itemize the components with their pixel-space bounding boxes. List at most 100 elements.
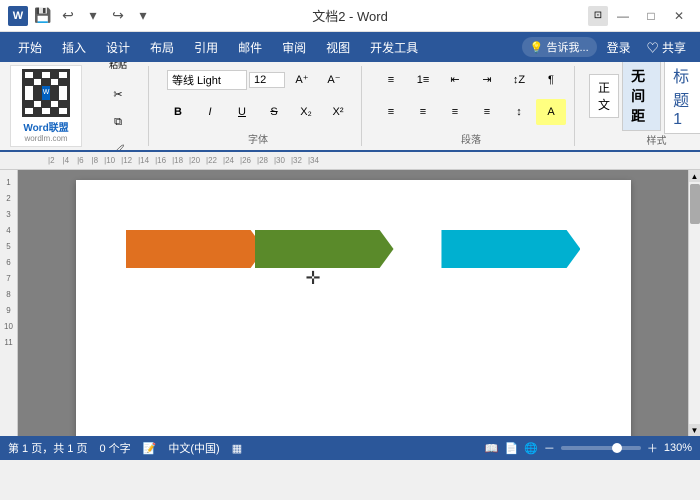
logo-area: W Word联盟 wordlm.com [10, 65, 82, 147]
numbering-button[interactable]: 1≡ [408, 67, 438, 93]
align-left-button[interactable]: ≡ [376, 99, 406, 125]
sort-button[interactable]: ↕Z [504, 67, 534, 93]
document-page[interactable]: ✛ [76, 180, 631, 436]
ribbon-group-clipboard: 📋 粘贴 ✂ ⧉ 🖌 剪贴板 [88, 66, 149, 146]
outdent-button[interactable]: ⇤ [440, 67, 470, 93]
ribbon-display-button[interactable]: ⊡ [588, 6, 608, 26]
zoom-slider[interactable] [561, 446, 641, 450]
font-grow-button[interactable]: A⁺ [287, 67, 317, 93]
subscript-button[interactable]: X₂ [291, 99, 321, 125]
format-painter-button[interactable]: 🖌 [103, 137, 133, 152]
arrow-orange[interactable] [126, 230, 265, 268]
quick-access-toolbar: 💾 ↩ ▾ ↪ ▾ [32, 5, 154, 27]
shapes-container [126, 230, 581, 268]
style-heading1[interactable]: 标题 1 [664, 62, 700, 134]
zoom-out-button[interactable]: － [544, 440, 555, 456]
v-mark: 11 [0, 334, 17, 350]
indent-button[interactable]: ⇥ [472, 67, 502, 93]
ribbon-group-font: 等线 Light 12 A⁺ A⁻ B I U S X₂ X² 字体 [155, 66, 362, 146]
cut-button[interactable]: ✂ [103, 81, 133, 107]
page-area: ✛ [18, 170, 688, 436]
menu-design[interactable]: 设计 [96, 35, 140, 60]
redo-button[interactable]: ↪ [107, 5, 129, 27]
justify-button[interactable]: ≡ [472, 99, 502, 125]
scroll-up-button[interactable]: ▲ [689, 170, 700, 182]
cursor-overlay: ✛ [306, 268, 321, 289]
logo-sub: wordlm.com [24, 134, 67, 143]
minimize-button[interactable]: — [610, 3, 636, 29]
status-bar: 第 1 页，共 1 页 0 个字 📝 中文(中国) ▦ 📖 📄 🌐 － ＋ 13… [0, 436, 700, 460]
menu-insert[interactable]: 插入 [52, 35, 96, 60]
tell-me-input[interactable]: 💡 告诉我... [522, 37, 597, 57]
menu-developer[interactable]: 开发工具 [360, 35, 428, 60]
word-count: 0 个字 [99, 440, 130, 456]
v-mark: 4 [0, 222, 17, 238]
align-right-button[interactable]: ≡ [440, 99, 470, 125]
window-controls: ⊡ — □ ✕ [588, 3, 692, 29]
underline-button[interactable]: U [227, 99, 257, 125]
menu-references[interactable]: 引用 [184, 35, 228, 60]
undo-dropdown[interactable]: ▾ [82, 5, 104, 27]
share-button[interactable]: ♡ 共享 [641, 37, 692, 58]
ruler-marks: |2 |4 |6 |8 |10 |12 |14 |16 |18 |20 |22 … [28, 156, 319, 165]
vertical-ruler: 1 2 3 4 5 6 7 8 9 10 11 [0, 170, 18, 436]
zoom-in-button[interactable]: ＋ [647, 440, 658, 456]
line-spacing-button[interactable]: ↕ [504, 99, 534, 125]
font-shrink-button[interactable]: A⁻ [319, 67, 349, 93]
scroll-down-button[interactable]: ▼ [689, 424, 700, 436]
menu-review[interactable]: 审阅 [272, 35, 316, 60]
page-count: 第 1 页，共 1 页 [8, 440, 87, 456]
superscript-button[interactable]: X² [323, 99, 353, 125]
menu-layout[interactable]: 布局 [140, 35, 184, 60]
show-marks-button[interactable]: ¶ [536, 67, 566, 93]
title-bar-left: W 💾 ↩ ▾ ↪ ▾ [8, 5, 154, 27]
layout-icon[interactable]: ▦ [232, 442, 242, 455]
ribbon-group-paragraph: ≡ 1≡ ⇤ ⇥ ↕Z ¶ ≡ ≡ ≡ ≡ ↕ A 段落 [368, 66, 575, 146]
login-button[interactable]: 登录 [601, 37, 637, 58]
strikethrough-button[interactable]: S [259, 99, 289, 125]
shading-button[interactable]: A [536, 99, 566, 125]
arrow-cyan[interactable] [441, 230, 580, 268]
clipboard-buttons: 📋 粘贴 ✂ ⧉ 🖌 [96, 62, 140, 152]
copy-button[interactable]: ⧉ [103, 109, 133, 135]
italic-button[interactable]: I [195, 99, 225, 125]
zoom-level[interactable]: 130% [664, 442, 692, 454]
v-mark: 1 [0, 174, 17, 190]
customize-button[interactable]: ▾ [132, 5, 154, 27]
language[interactable]: 中文(中国) [168, 440, 219, 456]
menu-home[interactable]: 开始 [8, 35, 52, 60]
web-layout-button[interactable]: 🌐 [524, 442, 538, 455]
font-name-select[interactable]: 等线 Light [167, 70, 247, 90]
menu-mailings[interactable]: 邮件 [228, 35, 272, 60]
style-normal[interactable]: 正文 [589, 74, 619, 118]
menu-view[interactable]: 视图 [316, 35, 360, 60]
v-mark: 6 [0, 254, 17, 270]
font-size-select[interactable]: 12 [249, 72, 285, 88]
bold-button[interactable]: B [163, 99, 193, 125]
style-no-spacing[interactable]: 无间距 [622, 62, 661, 131]
align-center-button[interactable]: ≡ [408, 99, 438, 125]
v-mark: 10 [0, 318, 17, 334]
horizontal-ruler: |2 |4 |6 |8 |10 |12 |14 |16 |18 |20 |22 … [0, 152, 700, 170]
save-button[interactable]: 💾 [32, 5, 54, 27]
close-button[interactable]: ✕ [666, 3, 692, 29]
maximize-button[interactable]: □ [638, 3, 664, 29]
tell-me-label: 告诉我... [546, 39, 588, 55]
proofing-icon[interactable]: 📝 [143, 442, 157, 455]
arrow-green[interactable] [255, 230, 394, 268]
v-mark: 9 [0, 302, 17, 318]
paste-button[interactable]: 📋 粘贴 [96, 62, 140, 78]
read-mode-button[interactable]: 📖 [485, 442, 499, 455]
print-layout-button[interactable]: 📄 [504, 442, 518, 455]
menu-bar: 开始 插入 设计 布局 引用 邮件 审阅 视图 开发工具 💡 告诉我... 登录… [0, 32, 700, 62]
undo-button[interactable]: ↩ [57, 5, 79, 27]
v-mark: 3 [0, 206, 17, 222]
status-right: 📖 📄 🌐 － ＋ 130% [485, 440, 692, 456]
title-bar: W 💾 ↩ ▾ ↪ ▾ 文档2 - Word ⊡ — □ ✕ [0, 0, 700, 32]
bullets-button[interactable]: ≡ [376, 67, 406, 93]
scroll-thumb[interactable] [690, 184, 700, 224]
v-mark: 7 [0, 270, 17, 286]
ribbon: W Word联盟 wordlm.com 📋 粘贴 ✂ ⧉ 🖌 剪贴板 等线 Li… [0, 62, 700, 152]
vertical-scrollbar[interactable]: ▲ ▼ [688, 170, 700, 436]
lightbulb-icon: 💡 [530, 41, 544, 54]
